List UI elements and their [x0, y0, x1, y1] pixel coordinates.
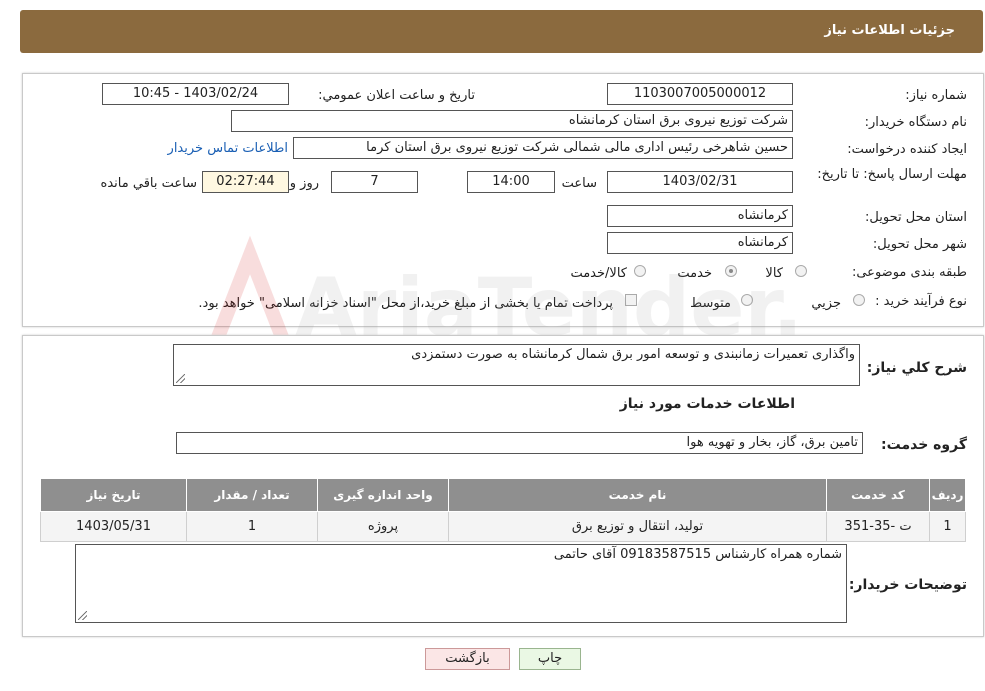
- requester-field[interactable]: حسین شاهرخی رئیس اداری مالی شمالی شرکت ت…: [293, 137, 793, 159]
- category-goods-label: کالا: [765, 266, 783, 281]
- delivery-city-label: شهر محل تحويل:: [872, 237, 967, 252]
- col-header-row-number: رديف: [929, 478, 966, 512]
- treasury-bonds-checkbox[interactable]: [625, 294, 637, 306]
- category-service-radio[interactable]: [725, 265, 737, 277]
- deadline-time-label: ساعت: [561, 176, 597, 191]
- announce-datetime-label: تاریخ و ساعت اعلان عمومي:: [318, 88, 475, 103]
- buyer-notes-label: توضيحات خريدار:: [848, 577, 967, 593]
- table-row: 1 ت -35-351 تولید، انتقال و توزیع برق پر…: [40, 511, 966, 542]
- col-header-need-date: تاريخ نياز: [40, 478, 187, 512]
- category-goods-service-radio[interactable]: [634, 265, 646, 277]
- service-group-field[interactable]: تامین برق، گاز، بخار و تهویه هوا: [176, 432, 863, 454]
- purchase-medium-label: متوسط: [690, 296, 731, 311]
- purchase-medium-radio[interactable]: [741, 294, 753, 306]
- buyer-contact-link[interactable]: اطلاعات تماس خريدار: [168, 141, 288, 156]
- resize-grip-icon[interactable]: [78, 611, 87, 620]
- col-header-unit: واحد اندازه گيری: [317, 478, 449, 512]
- page-title: جزئیات اطلاعات نیاز: [824, 23, 955, 38]
- general-desc-textarea[interactable]: واگذاری تعمیرات زمانبندی و توسعه امور بر…: [173, 344, 860, 386]
- announce-datetime-field[interactable]: 1403/02/24 - 10:45: [102, 83, 289, 105]
- buyer-org-label: نام دستگاه خريدار:: [864, 115, 967, 130]
- table-header-row: رديف کد خدمت نام خدمت واحد اندازه گيری ت…: [40, 478, 966, 512]
- deadline-label: مهلت ارسال پاسخ: تا تاريخ:: [817, 167, 967, 182]
- days-label: روز و: [289, 176, 319, 191]
- cell-unit: پروژه: [317, 511, 449, 542]
- general-desc-label: شرح کلي نياز:: [866, 360, 967, 376]
- purchase-minor-label: جزیي: [811, 296, 841, 311]
- category-service-label: خدمت: [677, 266, 712, 281]
- cell-need-date: 1403/05/31: [40, 511, 187, 542]
- deadline-date-field[interactable]: 1403/02/31: [607, 171, 793, 193]
- buyer-org-field[interactable]: شرکت توزیع نیروی برق استان کرمانشاه: [231, 110, 793, 132]
- col-header-quantity: تعداد / مقدار: [186, 478, 318, 512]
- service-group-label: گروه خدمت:: [881, 437, 967, 453]
- col-header-service-code: کد خدمت: [826, 478, 930, 512]
- need-number-field[interactable]: 1103007005000012: [607, 83, 793, 105]
- print-button[interactable]: چاپ: [519, 648, 581, 670]
- treasury-bonds-note: پرداخت تمام یا بخشی از مبلغ خرید،از محل …: [198, 296, 613, 311]
- category-goods-service-label: کالا/خدمت: [570, 266, 627, 281]
- back-button[interactable]: بازگشت: [425, 648, 510, 670]
- delivery-province-field[interactable]: کرمانشاه: [607, 205, 793, 227]
- resize-grip-icon[interactable]: [176, 374, 185, 383]
- col-header-service-name: نام خدمت: [448, 478, 827, 512]
- purchase-minor-radio[interactable]: [853, 294, 865, 306]
- buyer-notes-text: شماره همراه کارشناس 09183587515 آقای حات…: [553, 547, 842, 562]
- services-section-title: اطلاعات خدمات مورد نياز: [619, 396, 795, 412]
- delivery-province-label: استان محل تحويل:: [865, 210, 967, 225]
- days-field[interactable]: 7: [331, 171, 418, 193]
- cell-service-name: تولید، انتقال و توزیع برق: [448, 511, 827, 542]
- remaining-label: ساعت باقي مانده: [100, 176, 197, 191]
- requester-label: ايجاد کننده درخواست:: [847, 142, 967, 157]
- general-desc-text: واگذاری تعمیرات زمانبندی و توسعه امور بر…: [411, 347, 855, 362]
- remaining-time-field: 02:27:44: [202, 171, 289, 193]
- cell-service-code: ت -35-351: [826, 511, 930, 542]
- category-goods-radio[interactable]: [795, 265, 807, 277]
- cell-row-number: 1: [929, 511, 966, 542]
- buyer-notes-textarea[interactable]: شماره همراه کارشناس 09183587515 آقای حات…: [75, 544, 847, 623]
- category-label: طبقه بندی موضوعی:: [851, 265, 967, 280]
- delivery-city-field[interactable]: کرمانشاه: [607, 232, 793, 254]
- cell-quantity: 1: [186, 511, 318, 542]
- page-header: جزئیات اطلاعات نیاز: [20, 10, 983, 53]
- deadline-time-field[interactable]: 14:00: [467, 171, 555, 193]
- services-table: رديف کد خدمت نام خدمت واحد اندازه گيری ت…: [40, 478, 966, 542]
- purchase-type-label: نوع فرآیند خرید :: [875, 294, 967, 309]
- need-number-label: شماره نیاز:: [905, 88, 967, 103]
